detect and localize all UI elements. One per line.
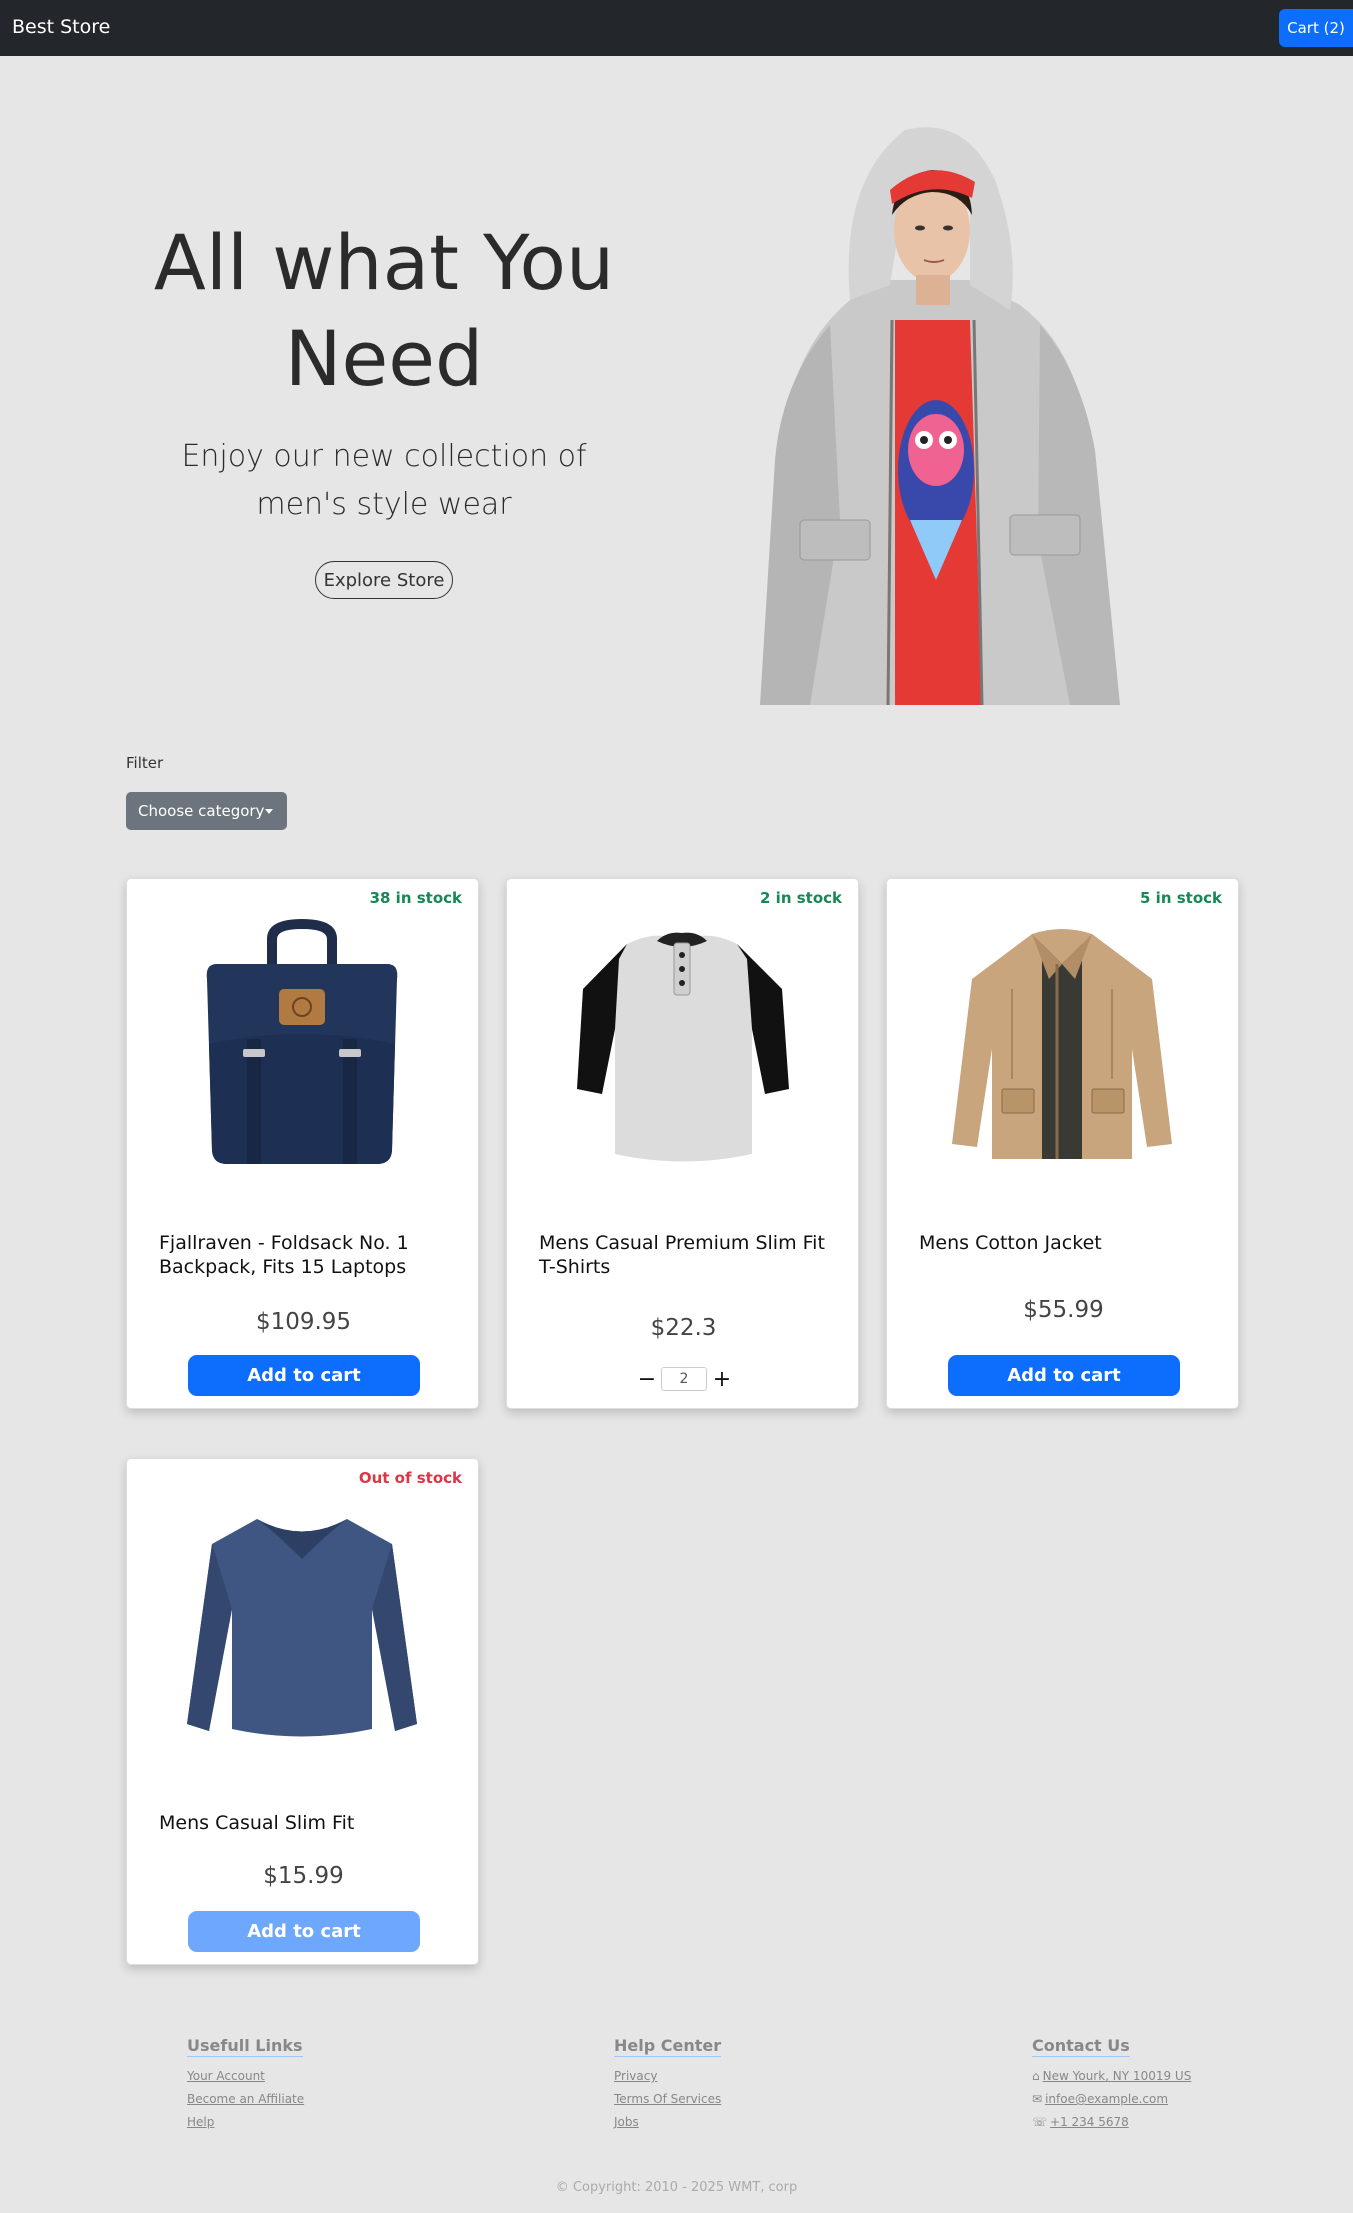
footer-address-link[interactable]: ⌂ New Yourk, NY 10019 US [1032,2065,1191,2088]
footer-heading: Contact Us [1032,2036,1130,2057]
footer-useful-links: Usefull Links Your Account Become an Aff… [187,2036,304,2134]
footer-phone-link[interactable]: ☏ +1 234 5678 [1032,2111,1191,2134]
footer-link-jobs[interactable]: Jobs [614,2111,721,2134]
footer-link-terms[interactable]: Terms Of Services [614,2088,721,2111]
hero-model-image [760,127,1120,705]
footer-email-link[interactable]: ✉ infoe@example.com [1032,2088,1191,2111]
backpack-image[interactable] [177,919,427,1169]
decrease-quantity-button[interactable]: − [635,1365,659,1393]
add-to-cart-button[interactable]: Add to cart [948,1355,1180,1396]
stock-badge: 38 in stock [369,889,462,907]
stock-badge: 5 in stock [1140,889,1222,907]
footer-heading: Help Center [614,2036,722,2057]
hero-title: All what You Need [153,218,615,403]
footer-link-help[interactable]: Help [187,2111,304,2134]
filter-label: Filter [126,754,164,772]
cart-button[interactable]: Cart (2) [1279,9,1353,47]
brand-link[interactable]: Best Store [12,16,110,38]
top-navbar: Best Store Cart (2) [0,0,1353,56]
product-price: $15.99 [263,1863,344,1889]
footer-address: New Yourk, NY 10019 US [1042,2069,1192,2083]
explore-store-button[interactable]: Explore Store [315,561,453,599]
product-card: Out of stock Mens Casual Slim Fit $15.99… [126,1458,479,1965]
product-card: 38 in stock Fjallraven - Foldsack No. 1 … [126,878,479,1409]
footer-phone: +1 234 5678 [1050,2115,1129,2129]
stock-badge: Out of stock [358,1469,462,1487]
footer-email: infoe@example.com [1045,2092,1169,2106]
increase-quantity-button[interactable]: + [710,1365,734,1393]
stock-badge: 2 in stock [760,889,842,907]
footer-help-center: Help Center Privacy Terms Of Services Jo… [614,2036,721,2134]
product-name[interactable]: Mens Cotton Jacket [919,1231,1214,1255]
footer-link-affiliate[interactable]: Become an Affiliate [187,2088,304,2111]
footer-copyright: © Copyright: 2010 - 2025 WMT, corp [555,2180,798,2195]
product-price: $109.95 [255,1309,352,1335]
product-name[interactable]: Mens Casual Premium Slim Fit T-Shirts [539,1231,834,1279]
footer-link-privacy[interactable]: Privacy [614,2065,721,2088]
category-dropdown[interactable]: Choose category [126,792,287,830]
product-price: $22.3 [650,1315,717,1341]
footer-heading: Usefull Links [187,2036,303,2057]
jacket-image[interactable] [937,919,1187,1169]
quantity-input[interactable] [661,1367,707,1391]
add-to-cart-button: Add to cart [188,1911,420,1952]
footer-contact: Contact Us ⌂ New Yourk, NY 10019 US ✉ info… [1032,2036,1191,2134]
footer-link-your-account[interactable]: Your Account [187,2065,304,2088]
product-name[interactable]: Mens Casual Slim Fit [159,1811,454,1835]
category-dropdown-label: Choose category [138,802,265,820]
tshirt-image[interactable] [557,919,807,1169]
envelope-icon: ✉ [1032,2092,1043,2106]
product-card: 5 in stock Mens Cotton Jacket $55.99 Add… [886,878,1239,1409]
phone-icon: ☏ [1032,2115,1048,2129]
product-name[interactable]: Fjallraven - Foldsack No. 1 Backpack, Fi… [159,1231,454,1279]
add-to-cart-button[interactable]: Add to cart [188,1355,420,1396]
product-card: 2 in stock Mens Casual Premium Slim Fit … [506,878,859,1409]
longsleeve-shirt-image[interactable] [177,1499,427,1749]
product-price: $55.99 [1023,1297,1104,1323]
quantity-stepper: − + [507,1365,860,1395]
hero-subtitle: Enjoy our new collection of men's style … [181,439,587,522]
home-icon: ⌂ [1032,2069,1040,2083]
caret-down-icon [265,809,273,814]
